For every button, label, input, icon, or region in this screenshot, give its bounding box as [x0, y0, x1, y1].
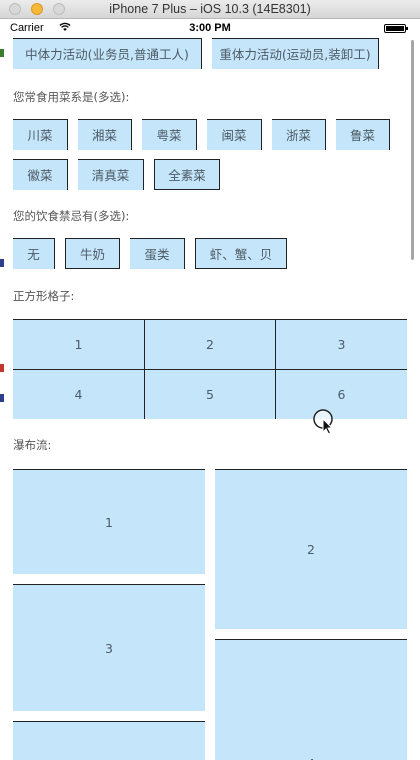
battery-icon: [384, 24, 408, 33]
grid-cell[interactable]: 1: [13, 319, 145, 369]
waterfall-cell[interactable]: 2: [215, 469, 407, 629]
right-window-edge: [414, 19, 420, 760]
cuisine-option[interactable]: 川菜: [13, 119, 68, 150]
grid-cell[interactable]: 4: [13, 369, 145, 419]
cuisine-option[interactable]: 闽菜: [207, 119, 262, 150]
cuisine-option[interactable]: 浙菜: [272, 119, 326, 150]
activity-option-medium[interactable]: 中体力活动(业务员,普通工人): [13, 38, 202, 69]
taboo-option[interactable]: 无: [13, 238, 55, 269]
cuisine-option[interactable]: 徽菜: [13, 159, 68, 190]
waterfall-cell[interactable]: 4: [215, 639, 407, 760]
square-grid-label: 正方形格子:: [13, 289, 75, 303]
grid-cell[interactable]: 3: [276, 319, 407, 369]
grid-cell[interactable]: 5: [145, 369, 276, 419]
scroll-indicator[interactable]: [411, 40, 414, 260]
simulator-title-bar: iPhone 7 Plus – iOS 10.3 (14E8301): [0, 0, 420, 19]
waterfall-cell-partial[interactable]: [13, 721, 205, 760]
grid-cell[interactable]: 2: [145, 319, 276, 369]
app-content[interactable]: 中体力活动(业务员,普通工人) 重体力活动(运动员,装卸工) 您常食用菜系是(多…: [6, 37, 414, 760]
cuisine-option[interactable]: 粤菜: [142, 119, 197, 150]
cuisine-option[interactable]: 全素菜: [154, 159, 220, 190]
activity-option-heavy[interactable]: 重体力活动(运动员,装卸工): [212, 38, 379, 69]
taboo-option[interactable]: 蛋类: [130, 238, 185, 269]
waterfall-cell[interactable]: 3: [13, 584, 205, 711]
window-title: iPhone 7 Plus – iOS 10.3 (14E8301): [109, 2, 311, 16]
cursor-icon: [313, 409, 334, 435]
cuisine-option[interactable]: 鲁菜: [336, 119, 390, 150]
ios-status-bar: Carrier 3:00 PM: [6, 19, 414, 37]
cuisine-option[interactable]: 湘菜: [78, 119, 132, 150]
status-time: 3:00 PM: [189, 22, 231, 34]
taboo-option[interactable]: 牛奶: [65, 238, 120, 269]
taboo-section-label: 您的饮食禁忌有(多选):: [13, 209, 130, 223]
taboo-option[interactable]: 虾、蟹、贝: [195, 238, 287, 269]
cuisine-section-label: 您常食用菜系是(多选):: [13, 90, 130, 104]
cuisine-option[interactable]: 清真菜: [78, 159, 144, 190]
waterfall-cell[interactable]: 1: [13, 469, 205, 574]
waterfall-label: 瀑布流:: [13, 438, 52, 452]
